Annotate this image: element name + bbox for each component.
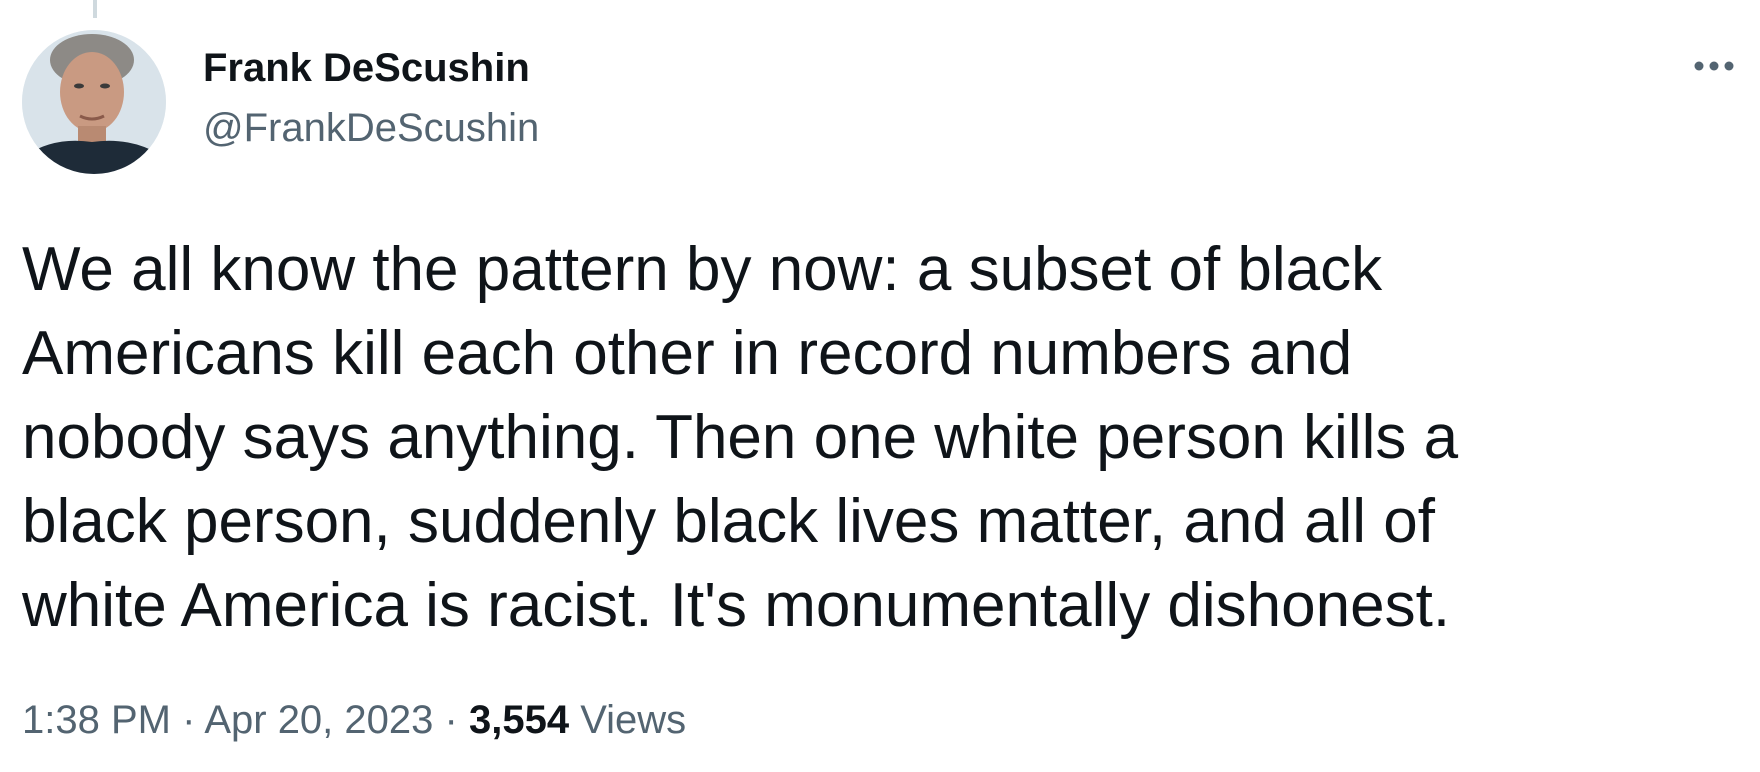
ellipsis-icon bbox=[1694, 61, 1734, 71]
meta-separator: · bbox=[444, 698, 458, 742]
tweet-date[interactable]: Apr 20, 2023 bbox=[204, 698, 433, 742]
thread-connector-line bbox=[93, 0, 97, 18]
views-count: 3,554 bbox=[468, 698, 570, 742]
author-names: Frank DeScushin @FrankDeScushin bbox=[203, 44, 539, 152]
more-options-button[interactable] bbox=[1690, 56, 1738, 76]
tweet-text-line: Americans kill each other in record numb… bbox=[22, 319, 1353, 388]
tweet-text: We all know the pattern by now: a subset… bbox=[22, 228, 1738, 648]
profile-photo bbox=[22, 30, 166, 174]
author-display-name[interactable]: Frank DeScushin bbox=[203, 44, 539, 92]
author-handle[interactable]: @FrankDeScushin bbox=[203, 104, 539, 152]
tweet-text-line: We all know the pattern by now: a subset… bbox=[22, 235, 1383, 304]
tweet-meta: 1:38 PM · Apr 20, 2023 · 3,554 Views bbox=[22, 696, 686, 744]
tweet-text-line: black person, suddenly black lives matte… bbox=[22, 487, 1435, 556]
avatar[interactable] bbox=[22, 30, 166, 174]
tweet-text-line: nobody says anything. Then one white per… bbox=[22, 403, 1459, 472]
views-link[interactable]: 3,554 Views bbox=[469, 698, 686, 742]
meta-separator: · bbox=[182, 698, 196, 742]
views-label: Views bbox=[580, 698, 687, 742]
tweet-time[interactable]: 1:38 PM bbox=[22, 698, 171, 742]
tweet-header: Frank DeScushin @FrankDeScushin bbox=[22, 30, 1738, 175]
tweet-text-line: white America is racist. It's monumental… bbox=[22, 571, 1451, 640]
